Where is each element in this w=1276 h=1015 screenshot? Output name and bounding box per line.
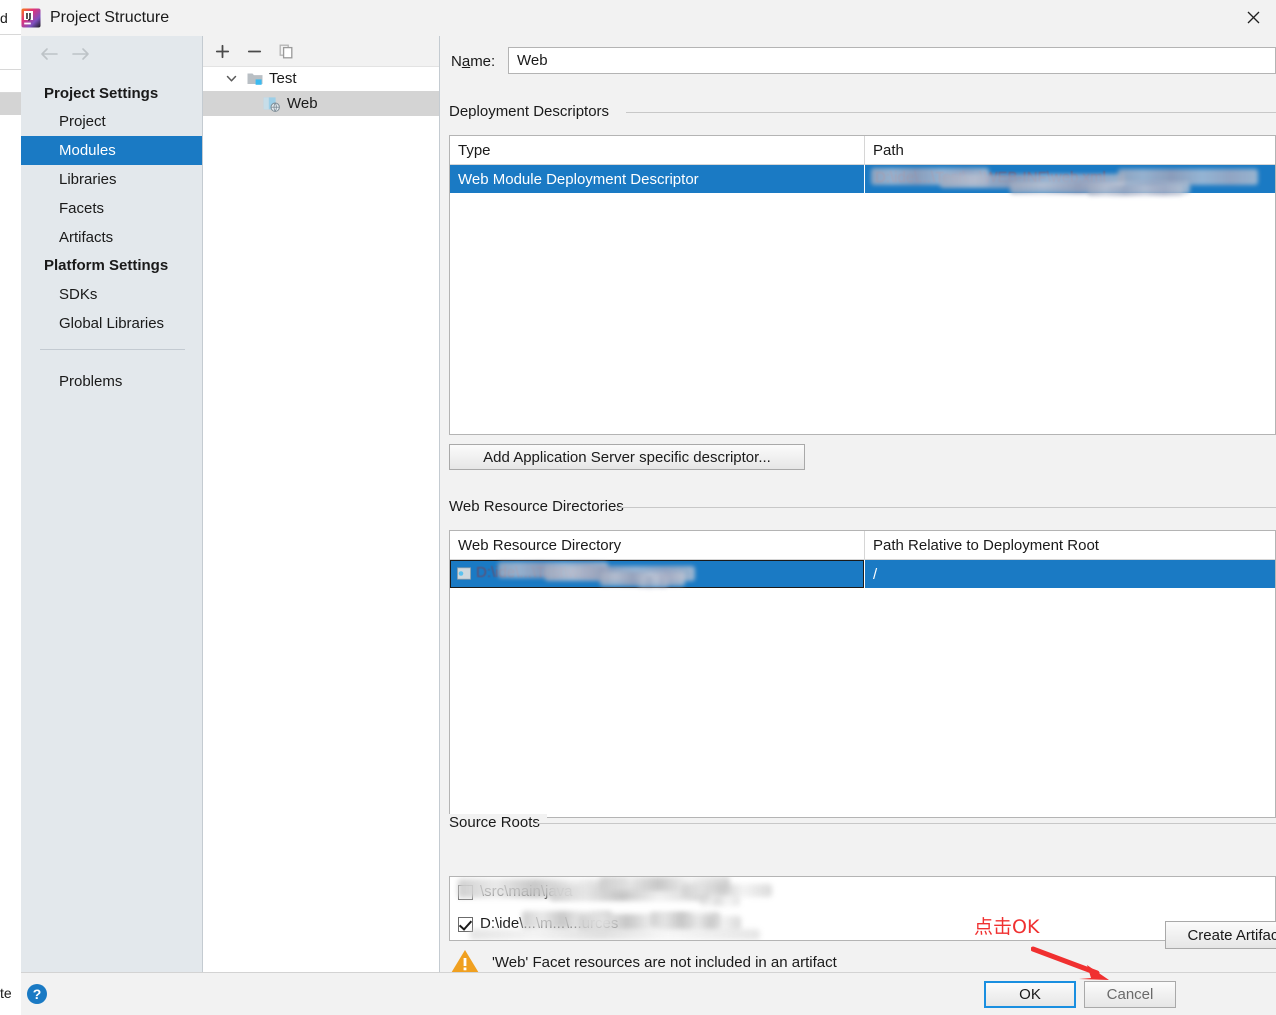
arrow-right-icon[interactable] bbox=[69, 44, 93, 64]
sidebar-item-modules[interactable]: Modules bbox=[21, 136, 202, 165]
deployment-descriptors-table: Type Path Web Module Deployment Descript… bbox=[449, 135, 1276, 435]
svg-text:IJ: IJ bbox=[26, 12, 32, 21]
sidebar-item-project[interactable]: Project bbox=[21, 107, 202, 136]
background-fragment-1: d bbox=[0, 10, 8, 26]
deployment-descriptors-section-header: Deployment Descriptors bbox=[449, 103, 1276, 121]
section-title: Source Roots bbox=[449, 814, 547, 831]
chevron-down-icon[interactable] bbox=[226, 66, 237, 91]
sidebar-item-libraries[interactable]: Libraries bbox=[21, 165, 202, 194]
settings-sidebar: Project Settings Project Modules Librari… bbox=[21, 36, 203, 972]
table-header-row: Web Resource Directory Path Relative to … bbox=[450, 531, 1275, 560]
section-title: Web Resource Directories bbox=[449, 498, 631, 515]
source-roots-section-header: Source Roots bbox=[449, 814, 1276, 832]
source-roots-list: \src\main\java D:\ide\...\m...\...urces bbox=[449, 876, 1276, 941]
module-tree-panel: Test Web bbox=[203, 36, 440, 972]
background-selected-row bbox=[0, 93, 21, 115]
button-label: Create Artifact bbox=[1187, 926, 1276, 944]
cell-descriptor-type: Web Module Deployment Descriptor bbox=[458, 170, 699, 188]
create-artifact-button[interactable]: Create Artifact bbox=[1165, 921, 1276, 949]
column-header-type[interactable]: Type bbox=[450, 136, 864, 164]
table-row[interactable]: Web Module Deployment Descriptor D:\ide\… bbox=[450, 165, 1275, 196]
background-fragment-2: te bbox=[0, 985, 12, 1001]
sidebar-nav-arrows bbox=[21, 36, 202, 70]
tree-node-label: Test bbox=[269, 70, 297, 87]
button-label: Add Application Server specific descript… bbox=[483, 448, 771, 466]
project-structure-dialog: IJ Project Structure Project Settings Pr… bbox=[21, 0, 1276, 1015]
column-header-path-relative[interactable]: Path Relative to Deployment Root bbox=[865, 531, 1275, 559]
sidebar-divider bbox=[40, 349, 185, 350]
sidebar-group-project-settings: Project Settings bbox=[44, 85, 159, 102]
sidebar-item-artifacts[interactable]: Artifacts bbox=[21, 223, 202, 252]
web-facet-icon bbox=[263, 96, 281, 116]
table-header-row: Type Path bbox=[450, 136, 1275, 165]
annotation-callout-text: 点击OK bbox=[974, 916, 1040, 938]
add-app-server-descriptor-button[interactable]: Add Application Server specific descript… bbox=[449, 444, 805, 470]
cell-relative-path: / bbox=[873, 565, 878, 583]
copy-module-icon[interactable] bbox=[273, 39, 299, 63]
column-header-path[interactable]: Path bbox=[865, 136, 1275, 164]
add-module-button[interactable] bbox=[209, 39, 235, 63]
web-resource-directories-table: Web Resource Directory Path Relative to … bbox=[449, 530, 1276, 818]
project-structure-dialog-screenshot: d te IJ Project Structure Project Settin… bbox=[0, 0, 1276, 1015]
tree-node-label: Web bbox=[287, 95, 318, 112]
folder-icon bbox=[457, 567, 471, 585]
sidebar-item-problems[interactable]: Problems bbox=[21, 367, 202, 396]
red-arrow-icon bbox=[1030, 945, 1117, 992]
column-header-web-resource-directory[interactable]: Web Resource Directory bbox=[450, 531, 864, 559]
sidebar-item-facets[interactable]: Facets bbox=[21, 194, 202, 223]
close-icon[interactable] bbox=[1230, 0, 1276, 34]
name-label: Name: bbox=[451, 53, 496, 70]
module-name-input[interactable] bbox=[508, 47, 1276, 74]
table-row[interactable]: D:\ide\...\Test\web / bbox=[450, 560, 1275, 588]
module-details-panel: Name: Deployment Descriptors Type Path W… bbox=[440, 36, 1276, 974]
tree-node-web[interactable]: Web bbox=[203, 91, 439, 116]
arrow-left-icon[interactable] bbox=[37, 44, 61, 64]
sidebar-group-platform-settings: Platform Settings bbox=[44, 257, 169, 274]
intellij-idea-icon: IJ bbox=[21, 8, 41, 28]
module-tree-toolbar bbox=[203, 36, 439, 67]
web-resource-directories-section-header: Web Resource Directories bbox=[449, 498, 1276, 516]
title-bar: IJ Project Structure bbox=[21, 0, 1276, 36]
tree-node-test[interactable]: Test bbox=[203, 66, 439, 91]
list-item[interactable]: D:\ide\...\m...\...urces bbox=[450, 909, 1275, 940]
module-folder-icon bbox=[247, 71, 263, 90]
section-title: Deployment Descriptors bbox=[449, 103, 617, 120]
warning-text: 'Web' Facet resources are not included i… bbox=[492, 953, 837, 971]
sidebar-item-sdks[interactable]: SDKs bbox=[21, 280, 202, 309]
window-title: Project Structure bbox=[50, 9, 170, 26]
sidebar-item-global-libraries[interactable]: Global Libraries bbox=[21, 309, 202, 338]
help-circle-icon[interactable]: ? bbox=[27, 984, 47, 1004]
background-window-edge: d te bbox=[0, 0, 22, 1015]
remove-module-button[interactable] bbox=[241, 39, 267, 63]
list-item[interactable]: \src\main\java bbox=[450, 877, 1275, 907]
